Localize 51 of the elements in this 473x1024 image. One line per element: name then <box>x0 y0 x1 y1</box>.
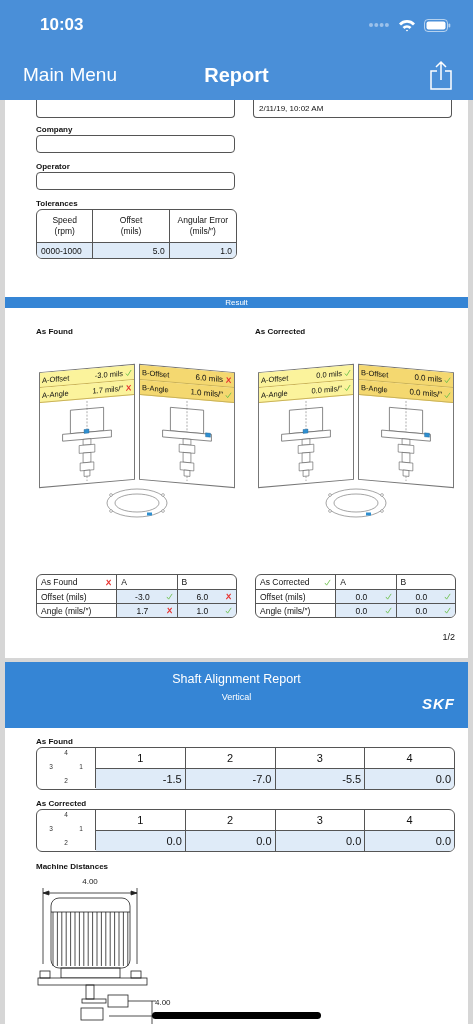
input-field[interactable] <box>36 100 235 118</box>
table-cell: 0.0 <box>185 831 275 851</box>
input-field[interactable] <box>36 172 235 190</box>
table-cell: -3.0 <box>116 589 177 603</box>
date-field[interactable]: 2/11/19, 10:02 AM <box>253 100 452 118</box>
report-title: Shaft Alignment Report <box>172 672 301 686</box>
input-field[interactable] <box>36 135 235 153</box>
result-title: As Found <box>36 326 74 337</box>
field-label: Company <box>36 124 74 135</box>
wifi-icon <box>398 18 416 32</box>
page-number: 1/2 <box>442 632 455 642</box>
status-time: 10:03 <box>40 15 85 35</box>
column-header: Speed (rpm) <box>51 214 78 238</box>
table-cell: 0.0 <box>275 831 365 851</box>
table-cell: 0.0 <box>96 831 185 851</box>
nav-title: Report <box>204 63 269 86</box>
section-header: Result <box>5 297 468 308</box>
signal-icon <box>368 22 390 28</box>
table-cell: -1.5 <box>96 769 185 789</box>
table-cell: -5.5 <box>275 769 365 789</box>
table-cell: -7.0 <box>185 769 275 789</box>
table-title: Tolerances <box>36 198 79 209</box>
table-title: As Corrected <box>36 798 88 809</box>
dimension-label: 4.00 <box>155 998 171 1007</box>
battery-icon <box>424 18 451 32</box>
table-cell: 0.0 <box>365 769 454 789</box>
table-header: As Found <box>37 575 117 589</box>
table-cell: 0.0 <box>365 831 454 851</box>
table-title: As Found <box>36 736 74 747</box>
table-cell: 0.0 <box>395 603 455 617</box>
sheet-value: 6.0 mils <box>194 372 223 384</box>
table-cell: 0.0 <box>335 589 396 603</box>
table-header: As Corrected <box>256 575 336 589</box>
table-cell: 1.0 <box>176 603 236 617</box>
table-cell: 5.0 <box>92 242 169 258</box>
section-title: Machine Distances <box>36 861 110 872</box>
report-subtitle: Vertical <box>221 692 252 702</box>
table-cell: 6.0 <box>176 589 236 603</box>
sheet-value: 0.0 mils/″ <box>408 386 442 399</box>
table-cell: 1.7 <box>116 603 177 617</box>
sheet-value: 1.0 mils/″ <box>189 386 223 399</box>
logo: SKF <box>422 695 455 712</box>
sheet-value: 0.0 mils <box>413 372 442 384</box>
table-cell: 0000-1000 <box>37 242 93 258</box>
result-title: As Corrected <box>255 326 307 337</box>
field-label: Operator <box>36 161 71 172</box>
share-icon[interactable] <box>429 60 453 90</box>
dimension-label: 4.00 <box>82 877 98 886</box>
table-cell: 0.0 <box>335 603 396 617</box>
table-cell: 0.0 <box>395 589 455 603</box>
table-cell: 1.0 <box>168 242 236 258</box>
